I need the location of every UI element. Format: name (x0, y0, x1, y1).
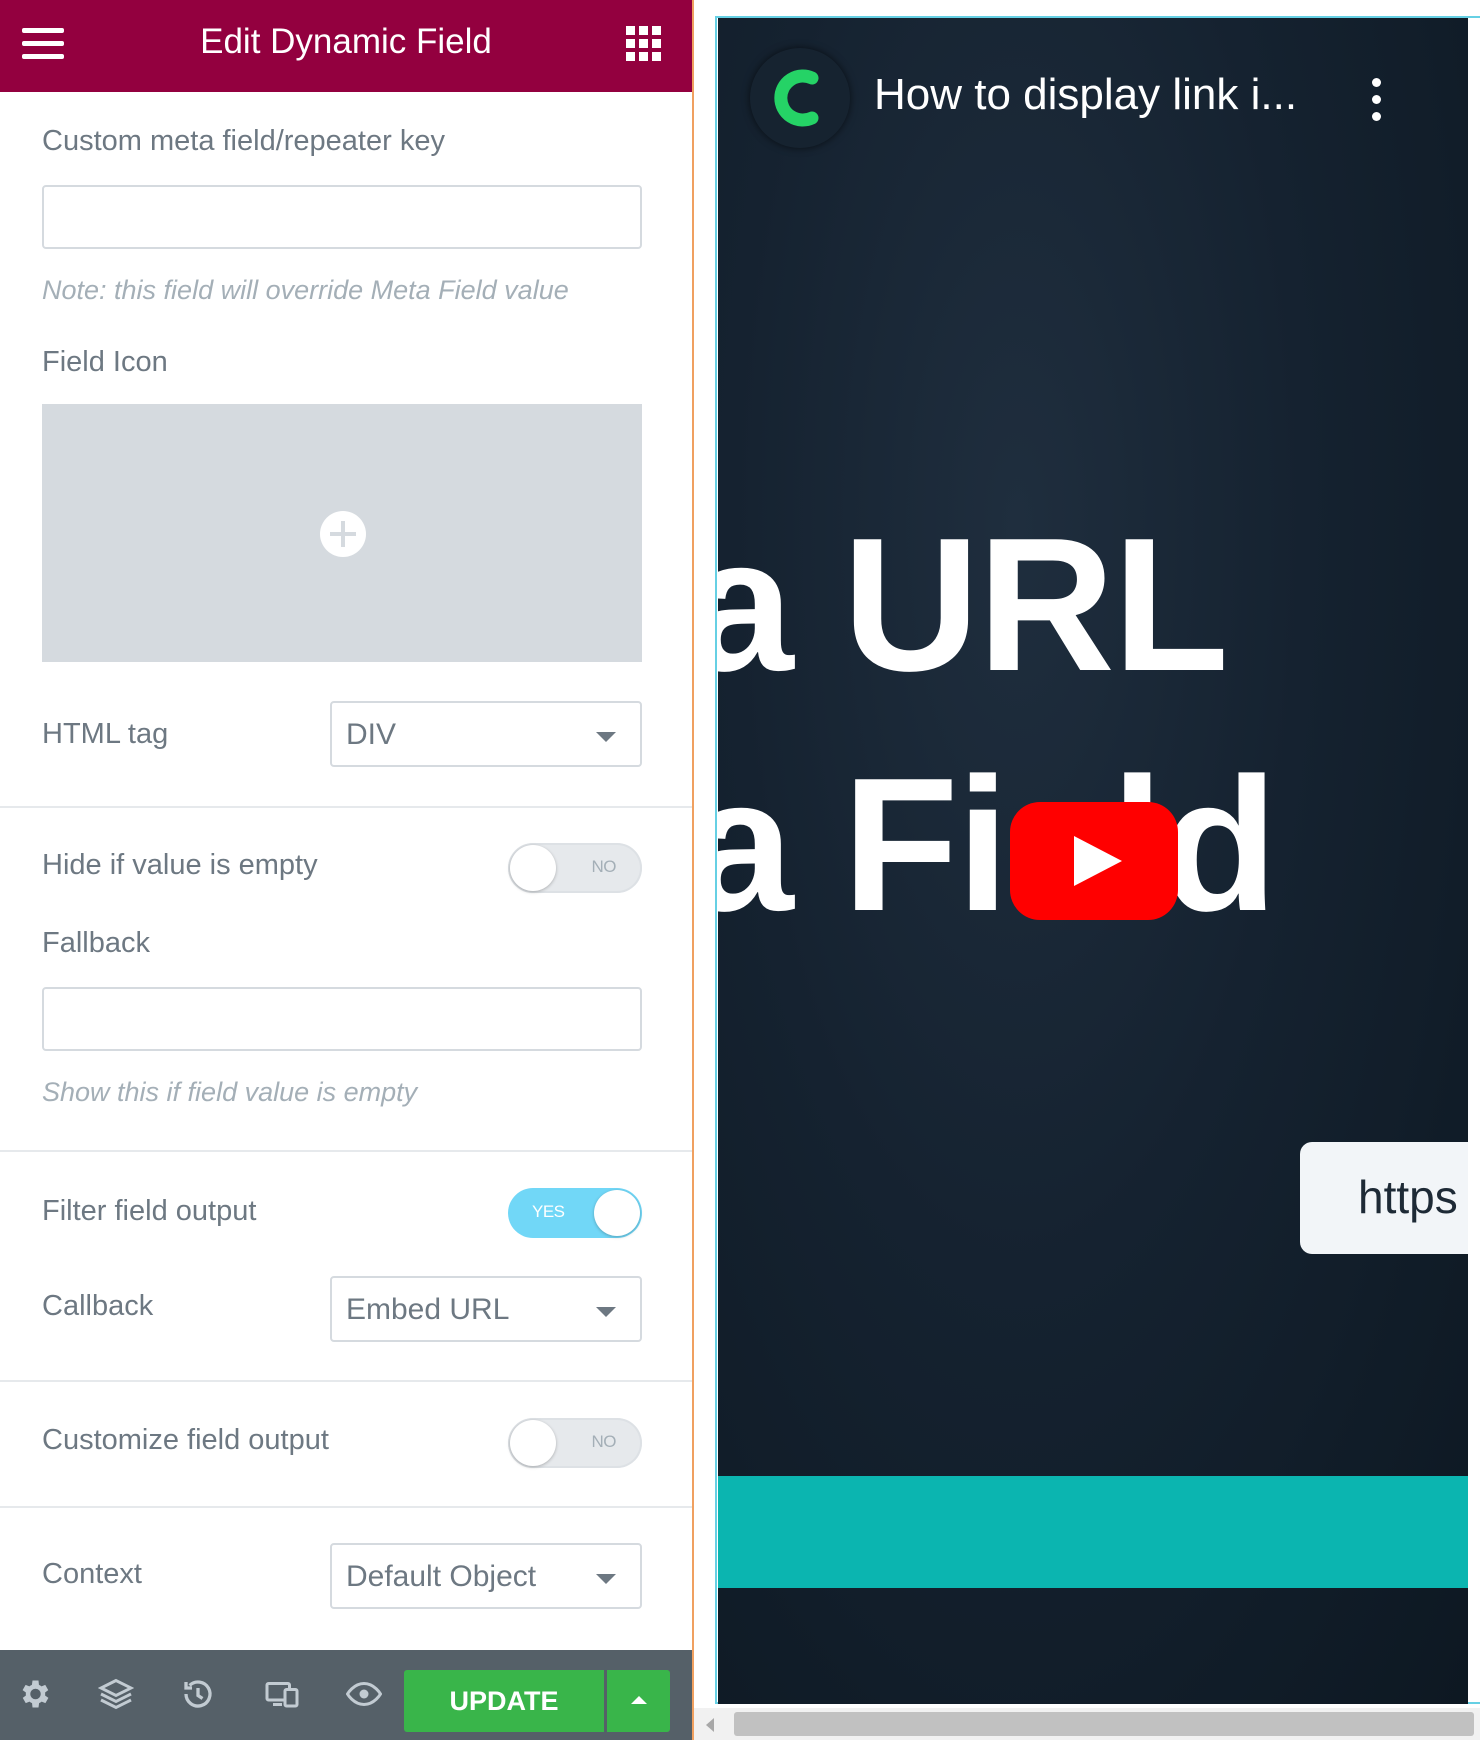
filter-output-label: Filter field output (42, 1195, 257, 1227)
gear-icon[interactable] (16, 1676, 52, 1712)
play-button-icon[interactable] (1010, 802, 1178, 920)
chevron-down-icon (596, 1307, 616, 1317)
url-pill: https (1300, 1142, 1468, 1254)
panel-header: Edit Dynamic Field (0, 0, 692, 92)
horizontal-scrollbar[interactable] (694, 1708, 1480, 1740)
switch-knob (510, 1420, 556, 1466)
video-title[interactable]: How to display link i... (874, 70, 1297, 120)
switch-state-text: YES (532, 1202, 565, 1221)
scroll-left-icon[interactable] (706, 1718, 714, 1732)
fallback-note: Show this if field value is empty (42, 1077, 418, 1107)
url-snippet: https (1358, 1171, 1458, 1223)
switch-state-text: NO (591, 857, 617, 876)
callback-select[interactable]: Embed URL (330, 1276, 642, 1342)
context-value: Default Object (346, 1560, 537, 1593)
custom-meta-label: Custom meta field/repeater key (42, 125, 445, 157)
section-divider (0, 1150, 692, 1152)
youtube-video-embed[interactable]: How to display link i... a URL a Field h… (718, 18, 1468, 1704)
more-options-icon[interactable] (1368, 78, 1384, 122)
layers-icon[interactable] (97, 1676, 135, 1712)
section-divider (0, 806, 692, 808)
teal-band (718, 1476, 1468, 1588)
fallback-input[interactable] (42, 987, 642, 1051)
callback-label: Callback (42, 1290, 154, 1322)
chevron-down-icon (596, 1574, 616, 1584)
custom-meta-input[interactable] (42, 185, 642, 249)
history-icon[interactable] (180, 1676, 216, 1712)
hide-if-empty-switch[interactable]: NO (508, 843, 642, 893)
update-options-button[interactable] (607, 1670, 670, 1732)
field-icon-picker[interactable] (42, 404, 642, 662)
context-label: Context (42, 1558, 142, 1590)
custom-meta-note: Note: this field will override Meta Fiel… (42, 275, 569, 305)
responsive-icon[interactable] (264, 1676, 300, 1712)
chevron-down-icon (596, 732, 616, 742)
switch-knob (594, 1190, 640, 1236)
grid-icon[interactable] (626, 26, 662, 62)
panel-title: Edit Dynamic Field (200, 22, 492, 61)
section-divider (0, 1380, 692, 1382)
scrollbar-thumb[interactable] (734, 1712, 1474, 1736)
customize-output-switch[interactable]: NO (508, 1418, 642, 1468)
hide-if-empty-label: Hide if value is empty (42, 849, 318, 881)
switch-state-text: NO (591, 1432, 617, 1451)
html-tag-select[interactable]: DIV (330, 701, 642, 767)
section-divider (0, 1506, 692, 1508)
html-tag-label: HTML tag (42, 718, 169, 750)
switch-knob (510, 845, 556, 891)
callback-value: Embed URL (346, 1293, 510, 1326)
customize-output-label: Customize field output (42, 1424, 329, 1456)
eye-icon[interactable] (345, 1676, 383, 1712)
html-tag-value: DIV (346, 718, 397, 751)
editor-panel: Edit Dynamic Field Custom meta field/rep… (0, 0, 692, 1740)
filter-output-switch[interactable]: YES (508, 1188, 642, 1238)
channel-avatar[interactable] (750, 48, 850, 148)
thumbnail-text-line1: a URL (718, 499, 1229, 711)
plus-circle-icon[interactable] (320, 511, 366, 557)
update-button[interactable]: UPDATE (404, 1670, 604, 1732)
fallback-label: Fallback (42, 927, 150, 959)
thumbnail-text-line2: a Field (718, 739, 1278, 951)
context-select[interactable]: Default Object (330, 1543, 642, 1609)
field-icon-label: Field Icon (42, 346, 168, 378)
